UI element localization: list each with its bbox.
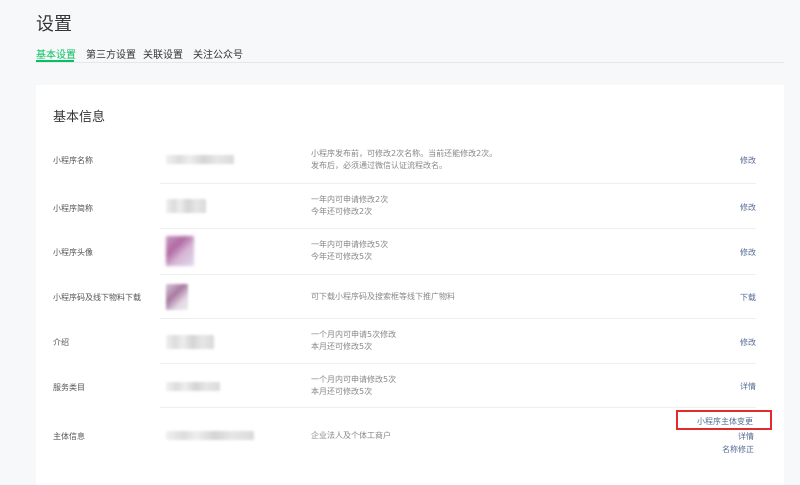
row-label: 小程序简称 [53, 204, 93, 213]
row-entity-info: 主体信息 企业法人及个体工商户 [36, 408, 784, 468]
row-description: 一个月内可申请修改5次 本月还可修改5次 [311, 374, 396, 398]
tab-association-settings[interactable]: 关联设置 [143, 46, 183, 61]
category-value-redacted [166, 382, 220, 391]
desc-line: 可下载小程序码及搜索框等线下推广物料 [311, 292, 455, 301]
row-description: 可下载小程序码及搜索框等线下推广物料 [311, 291, 455, 303]
intro-value-redacted [166, 335, 214, 349]
tab-third-party-settings[interactable]: 第三方设置 [86, 46, 136, 61]
page-title: 设置 [36, 14, 72, 35]
qr-code-thumbnail[interactable] [166, 284, 188, 310]
desc-line: 今年还可修改2次 [311, 207, 373, 216]
change-entity-link[interactable]: 小程序主体变更 [697, 416, 753, 427]
row-description: 企业法人及个体工商户 [311, 430, 391, 442]
edit-avatar-link[interactable]: 修改 [740, 247, 756, 258]
desc-line: 发布后，必须通过微信认证流程改名。 [311, 161, 447, 170]
avatar [166, 236, 194, 266]
download-link[interactable]: 下载 [740, 292, 756, 303]
basic-info-card: 基本信息 小程序名称 小程序发布前，可修改2次名称。当前还能修改2次。 发布后，… [36, 85, 784, 485]
row-label: 小程序头像 [53, 248, 93, 257]
row-service-categories: 服务类目 一个月内可申请修改5次 本月还可修改5次 详情 [36, 364, 784, 408]
tab-bar: 基本设置 第三方设置 关联设置 关注公众号 [36, 44, 784, 63]
name-correction-link[interactable]: 名称修正 [722, 444, 754, 455]
tab-follow-official-account[interactable]: 关注公众号 [193, 46, 243, 61]
row-avatar: 小程序头像 一年内可申请修改5次 今年还可修改5次 修改 [36, 229, 784, 275]
row-label: 小程序码及线下物料下载 [53, 293, 141, 302]
desc-line: 一个月内可申请5次修改 [311, 330, 397, 339]
row-label: 主体信息 [53, 432, 85, 441]
row-qr-code-download: 小程序码及线下物料下载 可下载小程序码及搜索框等线下推广物料 下载 [36, 275, 784, 319]
name-value-redacted [166, 155, 234, 164]
row-description: 一个月内可申请5次修改 本月还可修改5次 [311, 329, 396, 353]
entity-details-link[interactable]: 详情 [738, 431, 754, 442]
edit-short-name-link[interactable]: 修改 [740, 202, 756, 213]
desc-line: 一年内可申请修改5次 [311, 240, 389, 249]
short-name-value-redacted [166, 199, 206, 213]
row-label: 介绍 [53, 338, 69, 347]
row-description: 一年内可申请修改2次 今年还可修改2次 [311, 194, 388, 218]
desc-line: 企业法人及个体工商户 [311, 431, 391, 440]
row-introduction: 介绍 一个月内可申请5次修改 本月还可修改5次 修改 [36, 319, 784, 364]
card-title: 基本信息 [53, 110, 106, 125]
desc-line: 小程序发布前，可修改2次名称。当前还能修改2次。 [311, 149, 498, 158]
desc-line: 本月还可修改5次 [311, 342, 373, 351]
category-details-link[interactable]: 详情 [740, 381, 756, 392]
row-description: 小程序发布前，可修改2次名称。当前还能修改2次。 发布后，必须通过微信认证流程改… [311, 148, 497, 172]
edit-name-link[interactable]: 修改 [740, 155, 756, 166]
row-label: 小程序名称 [53, 156, 93, 165]
desc-line: 一年内可申请修改2次 [311, 195, 389, 204]
row-label: 服务类目 [53, 383, 85, 392]
desc-line: 今年还可修改5次 [311, 252, 373, 261]
active-tab-indicator [36, 60, 74, 62]
edit-intro-link[interactable]: 修改 [740, 337, 756, 348]
row-description: 一年内可申请修改5次 今年还可修改5次 [311, 239, 388, 263]
desc-line: 一个月内可申请修改5次 [311, 375, 397, 384]
desc-line: 本月还可修改5次 [311, 387, 373, 396]
entity-value-redacted [166, 431, 254, 440]
row-mini-program-name: 小程序名称 小程序发布前，可修改2次名称。当前还能修改2次。 发布后，必须通过微… [36, 135, 784, 184]
tab-basic-settings[interactable]: 基本设置 [36, 46, 76, 61]
row-short-name: 小程序简称 一年内可申请修改2次 今年还可修改2次 修改 [36, 184, 784, 229]
